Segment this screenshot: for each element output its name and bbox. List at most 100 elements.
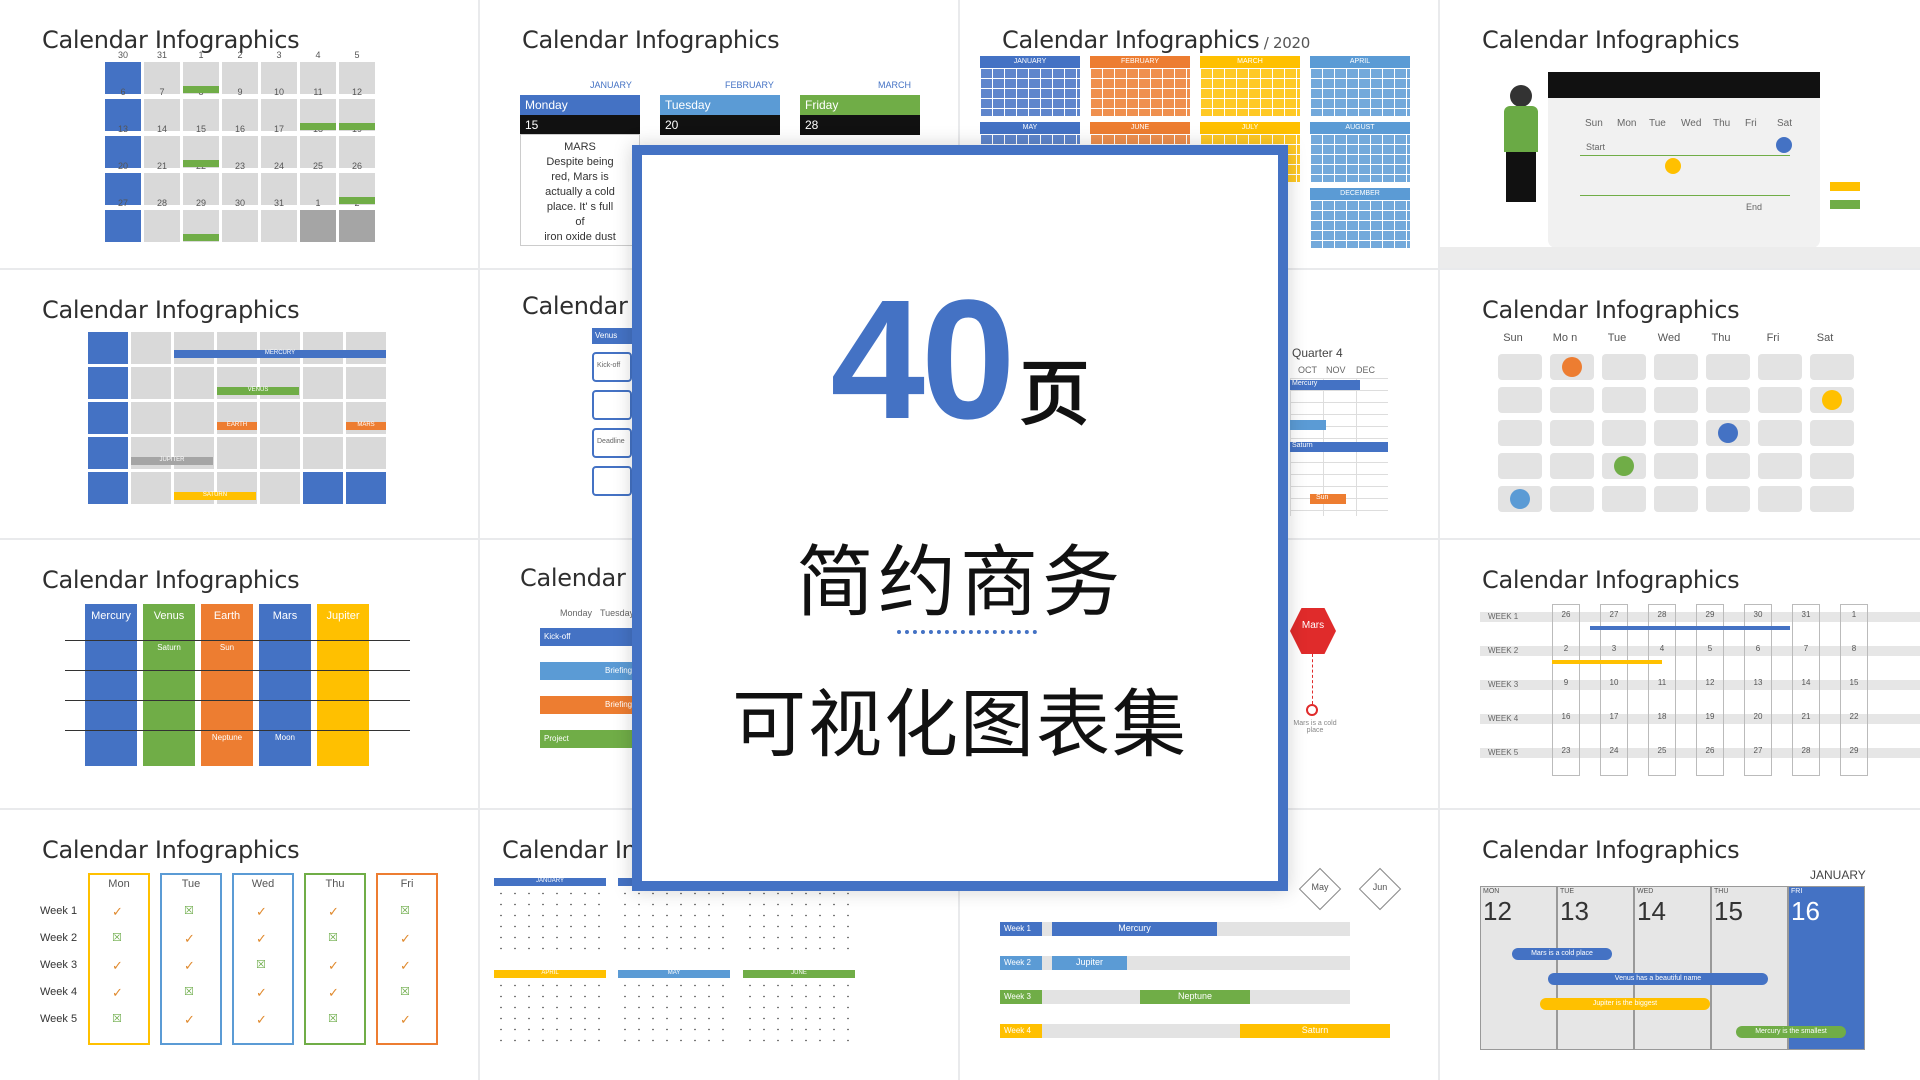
planet-column	[317, 604, 369, 766]
weekday-label: Sat	[1816, 332, 1834, 344]
day-cell	[1602, 354, 1646, 380]
day-cell	[346, 472, 386, 504]
day-label: Tue	[181, 878, 201, 890]
planet-label: Jupiter	[326, 610, 360, 622]
month-days	[494, 888, 606, 950]
day-label: Tuesday	[600, 608, 635, 618]
day-number: 26	[351, 161, 362, 171]
day-label: Thu	[325, 878, 345, 890]
day-cell	[1758, 453, 1802, 479]
month-body	[1310, 134, 1410, 182]
day-cell: 27	[105, 198, 141, 242]
day-cell	[1706, 486, 1750, 512]
date-header: 20	[660, 115, 780, 135]
flag-icon	[1830, 182, 1860, 191]
box-icon: ☒	[112, 932, 122, 944]
month-body	[1200, 68, 1300, 116]
day-cell	[303, 332, 343, 364]
check-icon: ✓	[184, 1012, 195, 1027]
day-cell	[1550, 387, 1594, 413]
day-number: 30	[234, 198, 245, 208]
gantt-bar: Neptune	[1140, 990, 1250, 1004]
planet-label: Venus	[153, 610, 185, 622]
day-cell	[174, 367, 214, 399]
week-label: Week 4	[1000, 1024, 1042, 1038]
divider	[1580, 155, 1790, 156]
month-label: JANUARY	[590, 80, 632, 90]
tile-title: Calendar Infographics	[1482, 26, 1740, 54]
grid-line	[65, 700, 410, 701]
day-cell	[1810, 453, 1854, 479]
day-cell: 1	[300, 198, 336, 242]
check-icon: ✓	[328, 985, 339, 1000]
event-bar	[183, 234, 219, 241]
gantt-bar: Saturn	[1290, 442, 1388, 452]
day-cell	[1498, 387, 1542, 413]
tile-week-calendar: Calendar Infographics WEEK 1 WEEK 2 WEEK 3…	[1440, 540, 1920, 808]
box-icon: ☒	[400, 986, 410, 998]
weekday-label: Fri	[1745, 118, 1757, 129]
note-line: of	[575, 216, 585, 228]
day-number: 28	[156, 198, 167, 208]
day-cell	[1758, 387, 1802, 413]
day-cell	[1758, 354, 1802, 380]
day-cell	[1706, 354, 1750, 380]
weekday-label: Sun	[1585, 118, 1603, 129]
day-number: 20	[117, 161, 128, 171]
note-line: MARS	[564, 141, 596, 153]
star-icon	[1510, 489, 1530, 509]
day-cell	[346, 332, 386, 364]
star-icon	[1562, 357, 1582, 377]
date-number: 15	[1714, 896, 1743, 926]
day-number: 31	[156, 50, 167, 60]
grid-line	[65, 670, 410, 671]
note-line: Despite being	[546, 156, 614, 168]
event-pill: Mars is a cold place	[1512, 948, 1612, 960]
planet-column	[85, 604, 137, 766]
day-cell	[1654, 420, 1698, 446]
week-label: Week 2	[1000, 956, 1042, 970]
gantt-bar: Mercury	[1052, 922, 1217, 936]
event-bar	[183, 160, 219, 167]
weekday-label: Wed	[1681, 118, 1702, 129]
divider	[1580, 195, 1790, 196]
box-icon: ☒	[112, 1013, 122, 1025]
quarter-label: Quarter 4	[1292, 346, 1343, 360]
month-body	[1310, 68, 1410, 116]
day-cell	[1654, 453, 1698, 479]
weekday-label: Wed	[1657, 332, 1681, 344]
day-cell: 30	[222, 198, 258, 242]
day-cell	[1602, 486, 1646, 512]
collage: Calendar Infographics 303112345678910111…	[0, 0, 1920, 1080]
cell-label: Neptune	[211, 733, 243, 742]
check-icon: ✓	[112, 904, 123, 919]
day-number: 14	[156, 124, 167, 134]
month-header: JULY	[1200, 122, 1300, 134]
day-number: 27	[117, 198, 128, 208]
event-bar: SATURN	[174, 492, 256, 500]
month-header: JUNE	[1090, 122, 1190, 134]
week-label: WEEK 1	[1488, 612, 1519, 621]
tile-checklist: Calendar Infographics Mon Tue Wed Thu Fri Wee…	[0, 810, 478, 1080]
day-header: Tuesday	[660, 95, 780, 115]
event-pill: Jupiter is the biggest	[1540, 998, 1710, 1010]
date-header: 15	[520, 115, 640, 135]
day-cell	[1654, 354, 1698, 380]
month-body	[1310, 200, 1410, 248]
day-number: 30	[117, 50, 128, 60]
day-cell	[346, 437, 386, 469]
end-label: End	[1746, 202, 1763, 212]
subtitle-2: 可视化图表集	[732, 682, 1188, 768]
day-number: 12	[351, 87, 362, 97]
box-icon: ☒	[256, 959, 266, 971]
date-header: 28	[800, 115, 920, 135]
day-number: 17	[273, 124, 284, 134]
day-cell	[1654, 486, 1698, 512]
tile-icon-calendar: Calendar Infographics Sun Mo n Tue Wed Thu Fr…	[1440, 270, 1920, 538]
day-number: 16	[234, 124, 245, 134]
page-count: 40 页	[642, 275, 1278, 479]
check-icon: ✓	[328, 904, 339, 919]
day-cell	[260, 402, 300, 434]
event-pill: Mercury is the smallest	[1736, 1026, 1846, 1038]
flow-item: Venus	[592, 328, 632, 344]
